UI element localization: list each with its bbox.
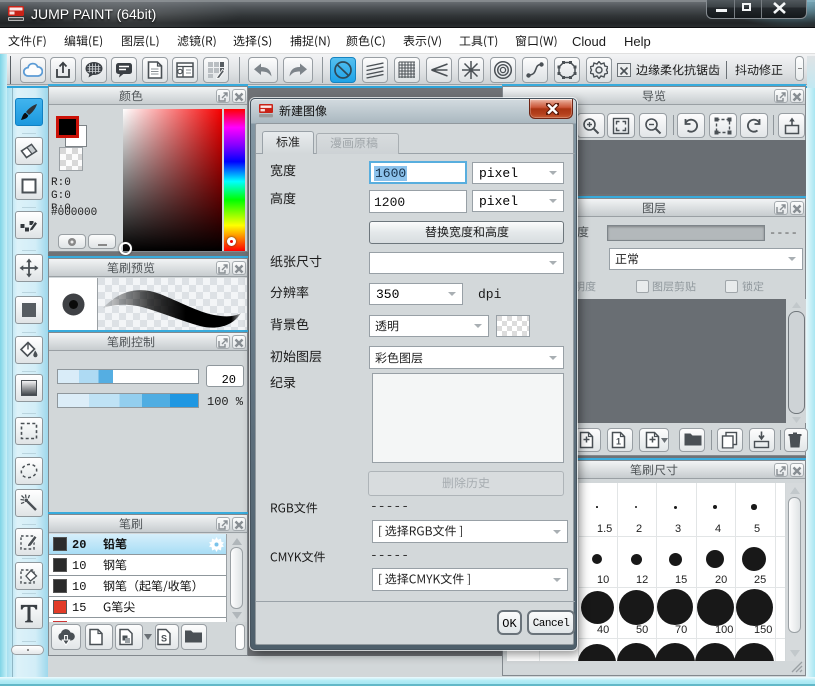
svg-text:S: S — [161, 634, 167, 644]
svg-text:1: 1 — [616, 437, 621, 447]
